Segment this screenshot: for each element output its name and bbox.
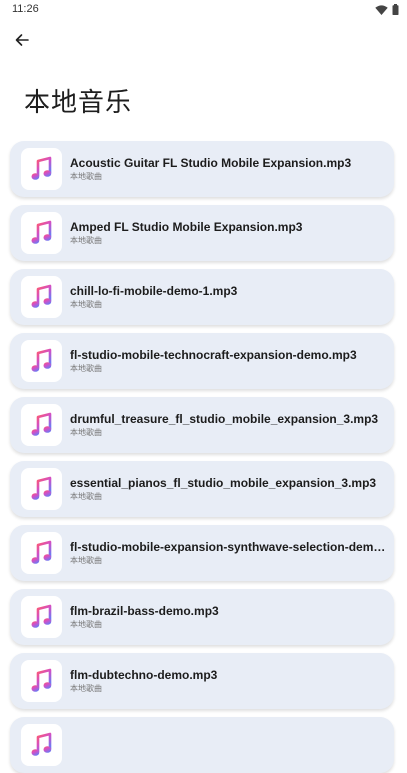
music-note-icon xyxy=(21,468,62,510)
music-note-icon xyxy=(21,340,62,382)
song-title: fl-studio-mobile-technocraft-expansion-d… xyxy=(70,348,357,362)
song-title: flm-brazil-bass-demo.mp3 xyxy=(70,604,219,618)
music-note-icon xyxy=(21,660,62,702)
music-note-icon xyxy=(21,596,62,638)
battery-icon xyxy=(392,4,399,15)
song-subtitle: 本地歌曲 xyxy=(70,492,102,501)
status-icons xyxy=(375,4,399,15)
song-title: essential_pianos_fl_studio_mobile_expans… xyxy=(70,476,377,490)
music-note-icon xyxy=(21,724,62,766)
song-title: chill-lo-fi-mobile-demo-1.mp3 xyxy=(70,284,238,298)
music-note-icon xyxy=(21,212,62,254)
song-list-item[interactable]: Amped FL Studio Mobile Expansion.mp3 本地歌… xyxy=(10,205,394,261)
status-bar: 11:26 xyxy=(0,0,407,20)
song-list-item[interactable] xyxy=(10,717,394,773)
song-title: fl-studio-mobile-expansion-synthwave-sel… xyxy=(70,540,386,554)
song-subtitle: 本地歌曲 xyxy=(70,364,102,373)
song-title: flm-dubtechno-demo.mp3 xyxy=(70,668,218,682)
song-list: Acoustic Guitar FL Studio Mobile Expansi… xyxy=(10,141,394,773)
song-list-item[interactable]: fl-studio-mobile-technocraft-expansion-d… xyxy=(10,333,394,389)
page-title: 本地音乐 xyxy=(24,88,133,118)
song-subtitle: 本地歌曲 xyxy=(70,300,102,309)
song-list-item[interactable]: chill-lo-fi-mobile-demo-1.mp3 本地歌曲 xyxy=(10,269,394,325)
song-list-item[interactable]: flm-dubtechno-demo.mp3 本地歌曲 xyxy=(10,653,394,709)
back-button[interactable] xyxy=(8,28,36,52)
song-subtitle: 本地歌曲 xyxy=(70,172,102,181)
music-note-icon xyxy=(21,276,62,318)
music-note-icon xyxy=(21,532,62,574)
song-list-item[interactable]: Acoustic Guitar FL Studio Mobile Expansi… xyxy=(10,141,394,197)
wifi-icon xyxy=(375,4,388,15)
music-note-icon xyxy=(21,148,62,190)
music-note-icon xyxy=(21,404,62,446)
back-arrow-icon xyxy=(15,34,29,46)
song-title: Amped FL Studio Mobile Expansion.mp3 xyxy=(70,220,303,234)
song-title: Acoustic Guitar FL Studio Mobile Expansi… xyxy=(70,156,352,170)
status-time: 11:26 xyxy=(12,3,39,15)
song-subtitle: 本地歌曲 xyxy=(70,620,102,629)
song-list-item[interactable]: drumful_treasure_fl_studio_mobile_expans… xyxy=(10,397,394,453)
song-subtitle: 本地歌曲 xyxy=(70,428,102,437)
song-subtitle: 本地歌曲 xyxy=(70,556,102,565)
song-subtitle: 本地歌曲 xyxy=(70,684,102,693)
song-list-item[interactable]: flm-brazil-bass-demo.mp3 本地歌曲 xyxy=(10,589,394,645)
song-list-item[interactable]: fl-studio-mobile-expansion-synthwave-sel… xyxy=(10,525,394,581)
song-title: drumful_treasure_fl_studio_mobile_expans… xyxy=(70,412,379,426)
song-list-item[interactable]: essential_pianos_fl_studio_mobile_expans… xyxy=(10,461,394,517)
song-subtitle: 本地歌曲 xyxy=(70,236,102,245)
